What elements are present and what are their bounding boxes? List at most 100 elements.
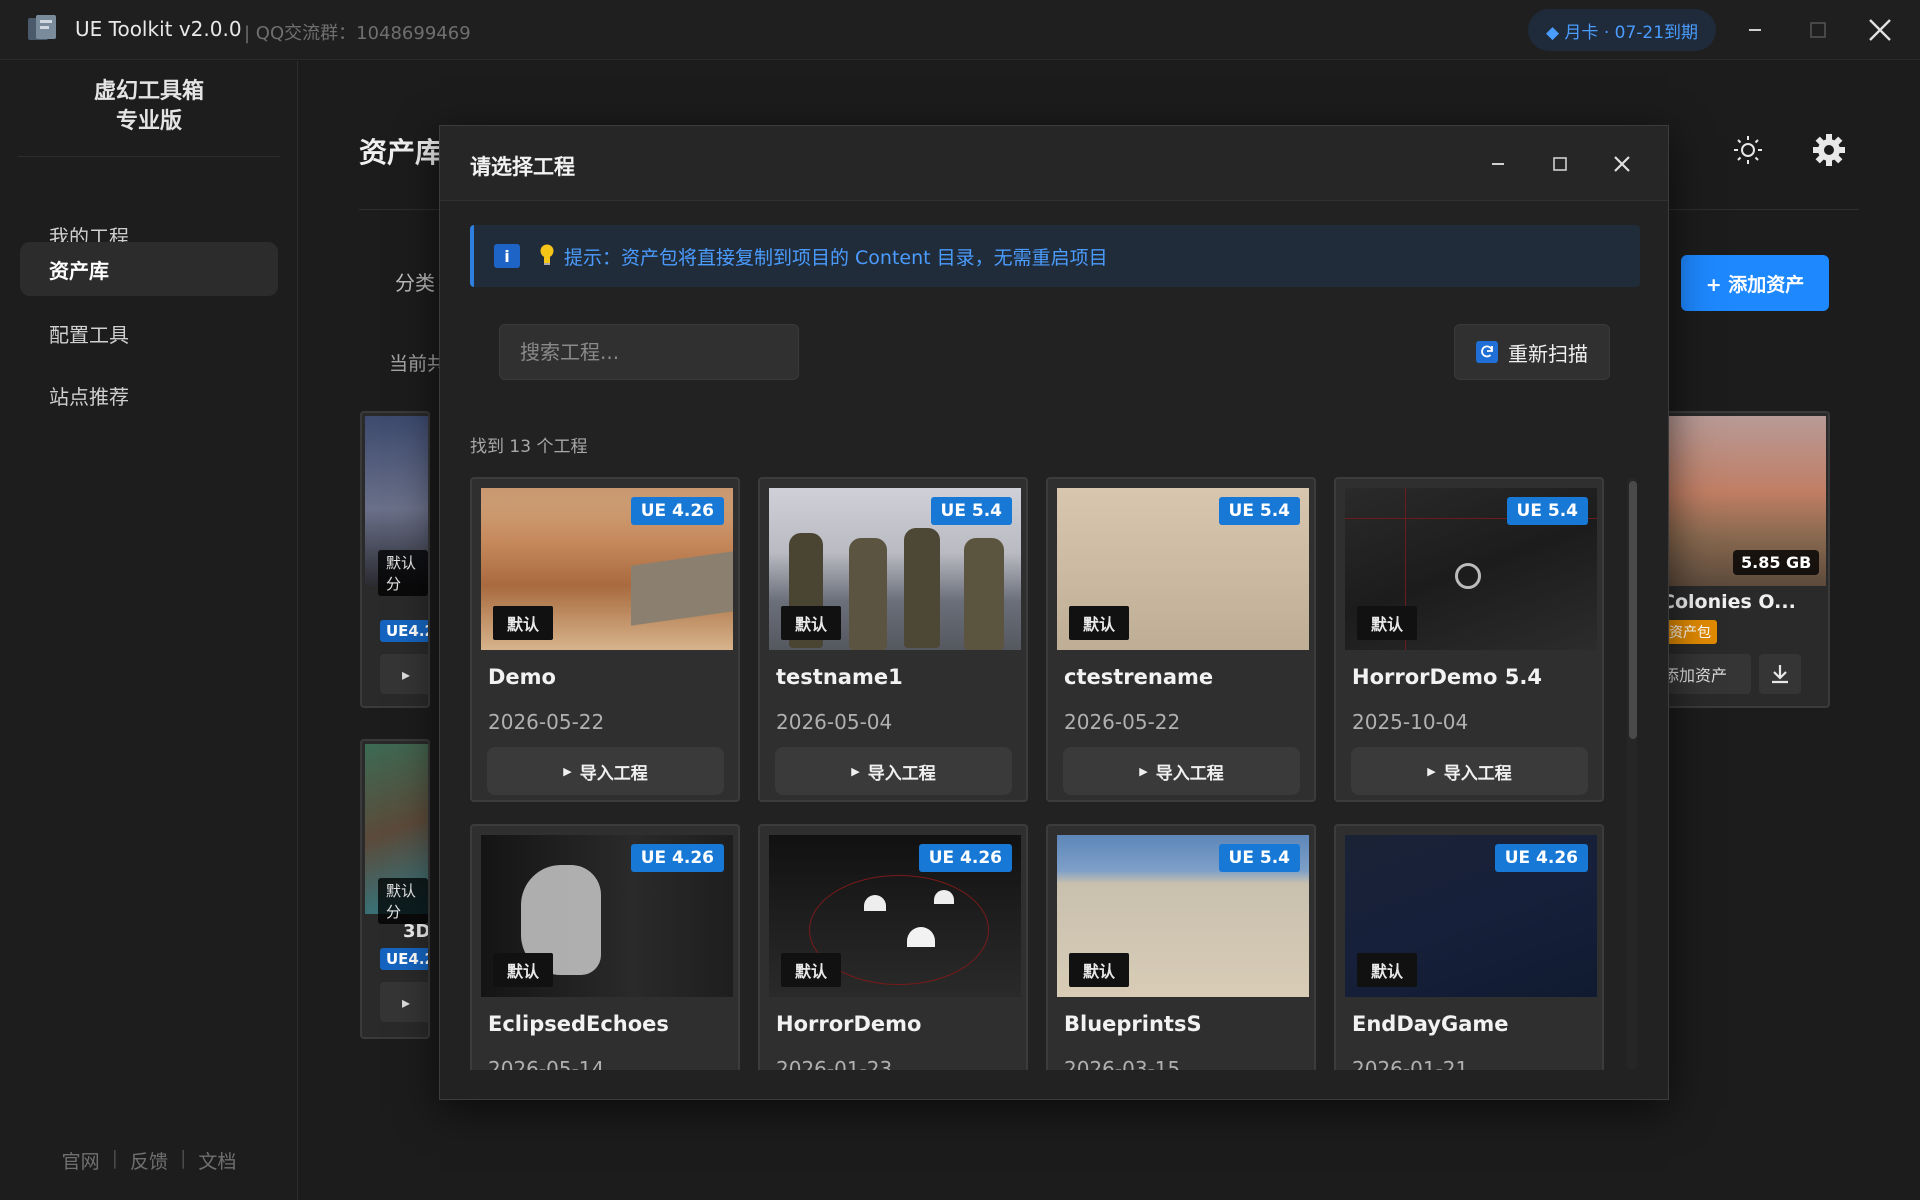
close-window-button[interactable] (1857, 10, 1903, 50)
asset-card[interactable]: 5.85 GB Colonies O... 资产包 添加资产 (1659, 411, 1830, 708)
dialog-minimize-button[interactable] (1480, 146, 1516, 182)
sidebar-item-config-tools[interactable]: 配置工具 (20, 306, 278, 360)
default-badge: 默认 (1069, 606, 1130, 640)
ue-version-badge: UE4.23 (380, 948, 428, 970)
project-name: testname1 (776, 665, 903, 689)
add-asset-button[interactable]: + 添加资产 (1681, 255, 1829, 311)
default-badge: 默认 (1357, 953, 1418, 987)
project-card[interactable]: UE 5.4 默认 testname1 2026-05-04 ▶ 导入工程 (758, 477, 1028, 802)
project-card[interactable]: UE 5.4 默认 BlueprintsS 2026-03-15 ▶导入工程 (1046, 824, 1316, 1070)
ue-version-badge: UE4.23 (380, 620, 428, 642)
docs-link[interactable]: 文档 (198, 1147, 236, 1174)
project-grid: UE 4.26 默认 Demo 2026-05-22 ▶ 导入工程 UE 5.4 … (470, 477, 1620, 1070)
footer-separator: | (111, 1147, 118, 1169)
membership-badge[interactable]: ◆ 月卡 · 07-21到期 (1528, 9, 1716, 51)
play-icon: ▶ (563, 764, 572, 778)
project-card[interactable]: UE 5.4 默认 HorrorDemo 5.4 2025-10-04 ▶ 导入工… (1334, 477, 1604, 802)
import-project-button[interactable]: ▶ 导入工程 (775, 747, 1012, 795)
tip-banner: i 提示：资产包将直接复制到项目的 Content 目录，无需重启项目 (470, 225, 1640, 287)
default-badge: 默认 (781, 953, 842, 987)
sidebar-item-asset-library[interactable]: 资产库 (20, 242, 278, 296)
default-badge: 默认 (1357, 606, 1418, 640)
download-button[interactable] (1759, 654, 1801, 694)
qq-group-text: | QQ交流群：1048699469 (244, 23, 471, 44)
asset-pack-tag: 资产包 (1663, 620, 1717, 644)
asset-count-label: 当前共 (389, 353, 447, 375)
import-label: 导入工程 (1443, 763, 1512, 784)
asset-action-button[interactable]: ▸ (380, 654, 428, 694)
maximize-icon (1810, 22, 1826, 38)
project-date: 2026-05-14 (488, 1057, 605, 1070)
minimize-icon (1492, 163, 1504, 165)
project-name: HorrorDemo 5.4 (1352, 665, 1542, 689)
category-badge: 默认分 (378, 550, 428, 596)
project-name: HorrorDemo (776, 1012, 922, 1036)
project-date: 2026-01-23 (776, 1057, 893, 1070)
sidebar: 虚幻工具箱 专业版 我的工程 资产库 配置工具 站点推荐 官网 | 反馈 | 文… (0, 61, 298, 1200)
sun-icon[interactable] (1731, 133, 1765, 167)
ue-version-badge: UE 4.26 (918, 844, 1012, 872)
brand-title: 虚幻工具箱 专业版 (0, 77, 298, 137)
gear-icon[interactable] (1812, 133, 1846, 167)
project-card[interactable]: UE 5.4 默认 ctestrename 2026-05-22 ▶ 导入工程 (1046, 477, 1316, 802)
default-badge: 默认 (493, 953, 554, 987)
sidebar-item-site-recommend[interactable]: 站点推荐 (20, 368, 278, 422)
play-icon: ▶ (1427, 764, 1436, 778)
add-to-project-button[interactable]: 添加资产 (1661, 654, 1751, 694)
maximize-icon (1553, 157, 1567, 171)
project-count: 找到 13 个工程 (470, 437, 588, 457)
dialog-close-button[interactable] (1604, 146, 1640, 182)
ue-version-badge: UE 5.4 (930, 497, 1012, 525)
import-label: 导入工程 (867, 763, 936, 784)
project-date: 2026-01-21 (1352, 1057, 1469, 1070)
dialog-maximize-button[interactable] (1542, 146, 1578, 182)
scrollbar-thumb[interactable] (1629, 481, 1637, 739)
minimize-button[interactable] (1732, 10, 1778, 50)
project-date: 2026-05-04 (776, 710, 893, 734)
asset-name: 3D S (403, 921, 430, 942)
feedback-link[interactable]: 反馈 (130, 1147, 168, 1174)
official-site-link[interactable]: 官网 (62, 1147, 100, 1174)
project-name: EclipsedEchoes (488, 1012, 669, 1036)
rescan-label: 重新扫描 (1508, 341, 1588, 366)
search-project-input[interactable] (499, 324, 799, 380)
category-badge: 默认分 (378, 878, 428, 924)
info-icon: i (494, 244, 520, 268)
ue-version-badge: UE 5.4 (1218, 497, 1300, 525)
project-date: 2026-05-22 (488, 710, 605, 734)
asset-card[interactable]: 默认分 UE4.23 ▸ (360, 411, 430, 708)
close-icon (1869, 19, 1891, 41)
refresh-icon (1476, 341, 1498, 363)
ue-version-badge: UE 4.26 (630, 844, 724, 872)
import-label: 导入工程 (1155, 763, 1224, 784)
app-title: UE Toolkit v2.0.0 (75, 17, 242, 41)
project-card[interactable]: UE 4.26 默认 EclipsedEchoes 2026-05-14 ▶导入… (470, 824, 740, 1070)
project-name: EndDayGame (1352, 1012, 1509, 1036)
project-name: ctestrename (1064, 665, 1214, 689)
project-card[interactable]: UE 4.26 默认 EndDayGame 2026-01-21 ▶导入工程 (1334, 824, 1604, 1070)
asset-name: Colonies O... (1661, 591, 1796, 613)
minimize-icon (1749, 29, 1761, 31)
default-badge: 默认 (781, 606, 842, 640)
asset-card[interactable]: 默认分 3D S UE4.23 ▸ (360, 739, 430, 1039)
project-date: 2026-03-15 (1064, 1057, 1181, 1070)
project-card[interactable]: UE 4.26 默认 HorrorDemo 2026-01-23 ▶导入工程 (758, 824, 1028, 1070)
asset-action-button[interactable]: ▸ (380, 982, 428, 1022)
project-name: BlueprintsS (1064, 1012, 1202, 1036)
maximize-button[interactable] (1795, 10, 1841, 50)
select-project-dialog: 请选择工程 i 提示：资产包将直接复制到项目的 Content 目录，无需重启项… (439, 125, 1669, 1100)
project-card[interactable]: UE 4.26 默认 Demo 2026-05-22 ▶ 导入工程 (470, 477, 740, 802)
import-project-button[interactable]: ▶ 导入工程 (1351, 747, 1588, 795)
import-project-button[interactable]: ▶ 导入工程 (487, 747, 724, 795)
dialog-title: 请选择工程 (470, 155, 575, 179)
page-title: 资产库 (359, 136, 444, 169)
rescan-button[interactable]: 重新扫描 (1454, 324, 1610, 380)
project-date: 2025-10-04 (1352, 710, 1469, 734)
play-icon: ▶ (1139, 764, 1148, 778)
download-icon (1772, 665, 1788, 684)
ue-version-badge: UE 4.26 (1494, 844, 1588, 872)
category-filter-label: 分类 (395, 271, 435, 295)
import-project-button[interactable]: ▶ 导入工程 (1063, 747, 1300, 795)
app-logo-icon (28, 15, 56, 40)
brand-line-1: 虚幻工具箱 (93, 79, 204, 104)
